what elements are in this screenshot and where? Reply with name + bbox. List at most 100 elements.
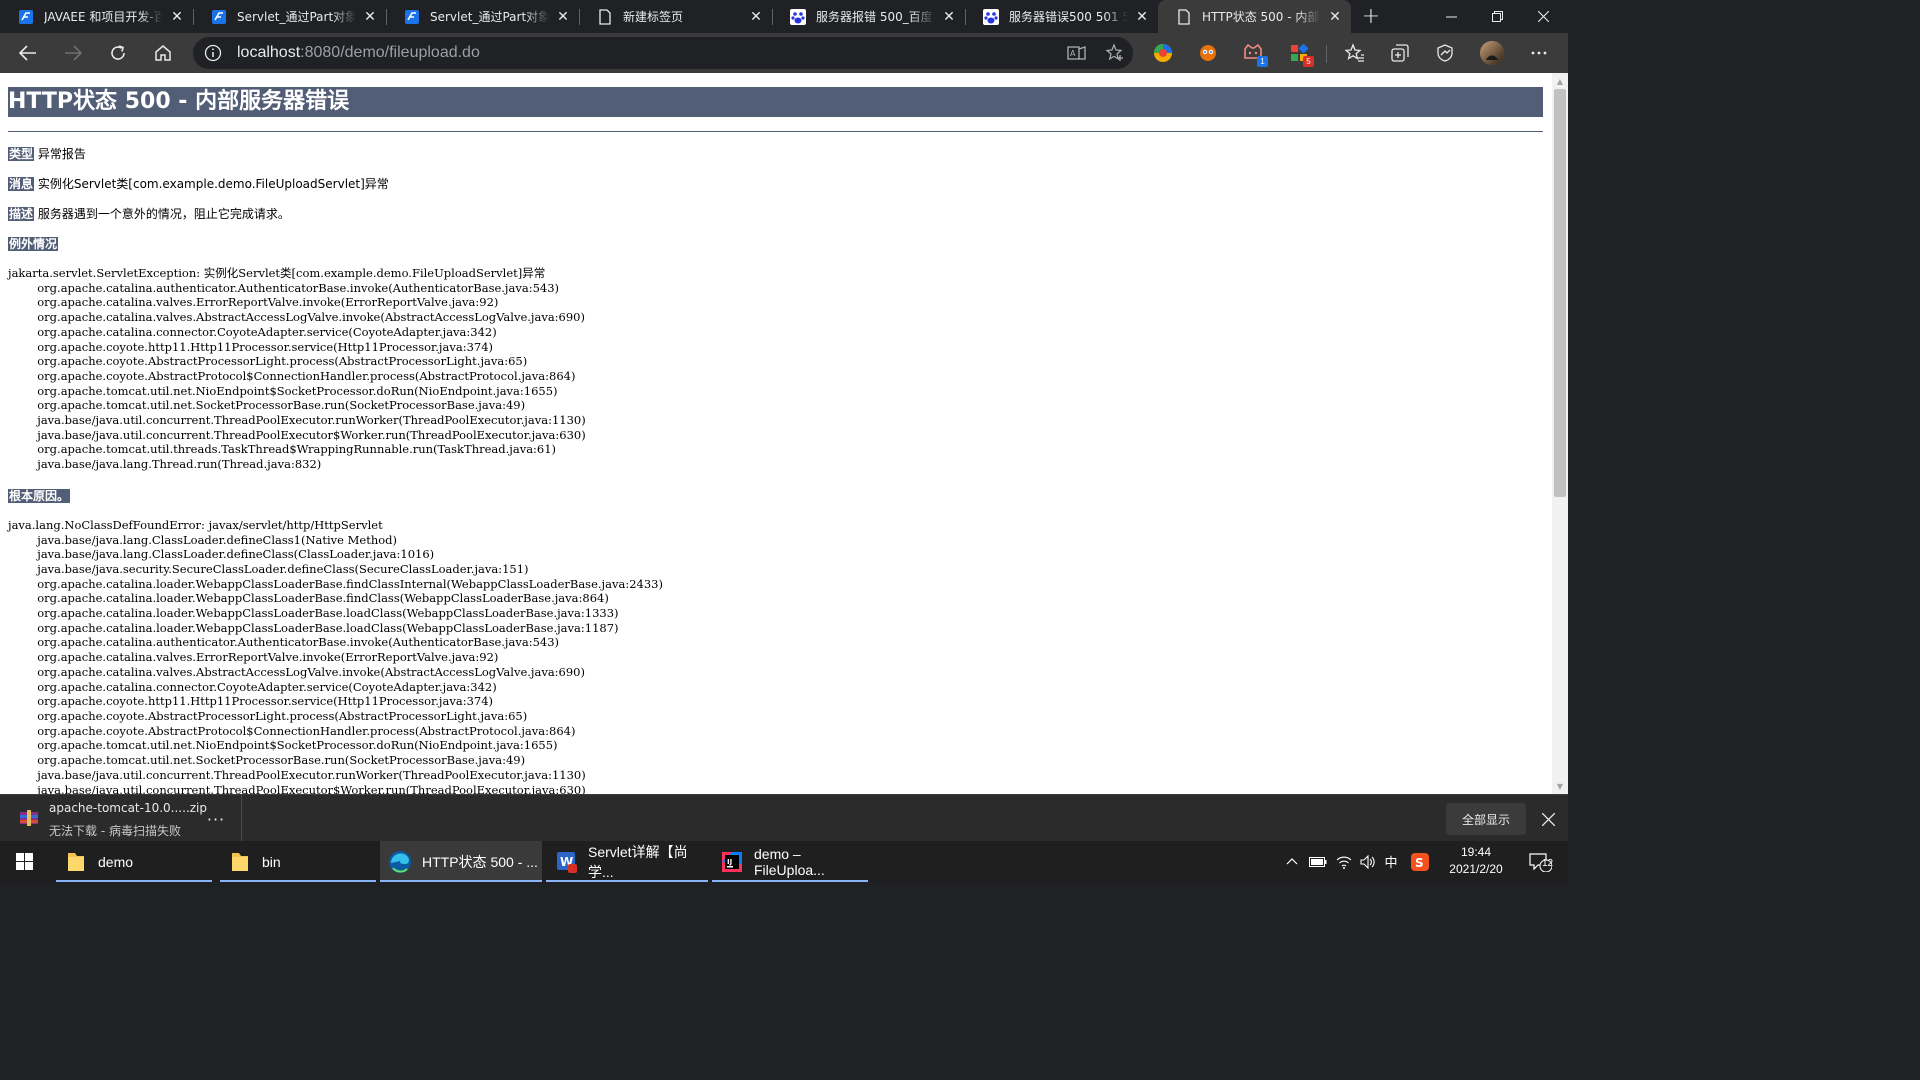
error-message-value: 实例化Servlet类[com.example.demo.FileUploadS…	[37, 177, 389, 191]
sogou-ime-icon[interactable]: S	[1408, 841, 1432, 882]
error-type-value: 异常报告	[37, 147, 86, 161]
folder-icon	[228, 850, 252, 874]
scroll-down-icon[interactable]: ▼	[1552, 778, 1568, 794]
url-text: localhost:8080/demo/fileupload.do	[237, 44, 480, 62]
favorites-icon[interactable]	[1344, 42, 1366, 64]
error-message-row: 消息 实例化Servlet类[com.example.demo.FileUplo…	[8, 176, 1544, 192]
show-all-downloads-button[interactable]: 全部显示	[1446, 803, 1526, 835]
back-button[interactable]	[12, 37, 44, 69]
taskbar-app-label: bin	[262, 853, 281, 870]
download-item[interactable]: apache-tomcat-10.0.....zip 无法下载 - 病毒扫描失败…	[0, 795, 242, 841]
close-download-bar-icon[interactable]	[1536, 807, 1560, 831]
new-tab-button[interactable]: +	[1351, 0, 1391, 33]
ime-indicator[interactable]: 中	[1380, 841, 1402, 882]
extension-badge: 5	[1303, 56, 1314, 67]
volume-icon[interactable]	[1356, 841, 1380, 882]
intellij-icon: IJ	[720, 850, 744, 874]
root-cause-label: 根本原因。	[8, 488, 71, 503]
svg-text:IJ: IJ	[727, 858, 732, 866]
close-tab-icon[interactable]: ✕	[169, 9, 185, 25]
exception-label: 例外情况	[8, 237, 59, 251]
home-icon	[155, 45, 171, 61]
tab-strip: JAVAEE 和项目开发-百度 ✕ Servlet_通过Part对象实现 ✕ S…	[0, 0, 1568, 33]
error-description-label: 描述	[8, 207, 35, 221]
error-page: HTTP状态 500 - 内部服务器错误 类型 异常报告 消息 实例化Servl…	[0, 73, 1552, 794]
browser-tab[interactable]: Servlet_通过Part对象实现 ✕	[193, 0, 386, 33]
running-indicator	[712, 880, 868, 882]
folder-icon	[64, 850, 88, 874]
taskbar-app-label: demo – FileUploa...	[754, 845, 825, 878]
taskbar-app-edge[interactable]: HTTP状态 500 - ...	[380, 841, 542, 882]
zip-archive-icon	[20, 810, 38, 826]
exception-heading-row: 例外情况	[8, 236, 1544, 252]
collections-icon[interactable]	[1389, 42, 1411, 64]
browser-tab-active[interactable]: HTTP状态 500 - 内部服务器错误 ✕	[1158, 0, 1351, 33]
taskbar-app-label: Servlet详解【尚学...	[588, 843, 688, 880]
extension-color-icon[interactable]	[1152, 42, 1174, 64]
taskbar-app-bin-folder[interactable]: bin	[220, 841, 376, 882]
browser-tab[interactable]: JAVAEE 和项目开发-百度 ✕	[0, 0, 193, 33]
windows-taskbar: demo bin HTTP状态 500 - ... W Servlet详解【尚学…	[0, 841, 1568, 882]
taskbar-app-word[interactable]: W Servlet详解【尚学...	[546, 841, 708, 882]
error-description-row: 描述 服务器遇到一个意外的情况，阻止它完成请求。	[8, 206, 1544, 222]
scrollbar-thumb[interactable]	[1554, 89, 1566, 497]
reload-button[interactable]	[102, 37, 134, 69]
running-indicator	[380, 880, 542, 882]
blog-e-icon	[211, 9, 227, 25]
close-window-icon[interactable]	[1520, 0, 1566, 33]
home-button[interactable]	[147, 37, 179, 69]
blog-e-icon	[404, 9, 420, 25]
notification-count: 12	[1542, 858, 1554, 869]
download-status: 无法下载 - 病毒扫描失败	[49, 824, 181, 838]
windows-start-icon[interactable]	[0, 841, 48, 882]
download-more-icon[interactable]: ···	[204, 807, 228, 831]
baidu-paw-icon	[983, 8, 999, 25]
close-tab-icon[interactable]: ✕	[1327, 9, 1343, 25]
site-info-icon[interactable]	[203, 43, 223, 63]
baidu-paw-icon	[790, 8, 806, 25]
browser-tab[interactable]: 服务器报错 500_百度搜索 ✕	[772, 0, 965, 33]
browser-tab[interactable]: 服务器错误500 501 502 ✕	[965, 0, 1158, 33]
tab-title: HTTP状态 500 - 内部服务器错误	[1202, 10, 1321, 24]
download-file-name: apache-tomcat-10.0.....zip	[49, 801, 208, 815]
url-host: localhost	[237, 44, 301, 61]
root-cause-heading-row: 根本原因。	[8, 488, 1544, 504]
close-tab-icon[interactable]: ✕	[362, 9, 378, 25]
close-tab-icon[interactable]: ✕	[1134, 9, 1150, 25]
taskbar-app-intellij[interactable]: IJ demo – FileUploa...	[712, 841, 868, 882]
arrow-left-icon	[19, 45, 36, 61]
extension-mail-icon[interactable]: 1	[1242, 42, 1268, 67]
wifi-icon[interactable]	[1332, 841, 1356, 882]
battery-icon[interactable]	[1306, 841, 1330, 882]
word-icon: W	[554, 850, 578, 874]
taskbar-app-demo-folder[interactable]: demo	[56, 841, 212, 882]
download-bar: apache-tomcat-10.0.....zip 无法下载 - 病毒扫描失败…	[0, 794, 1568, 841]
browser-tab[interactable]: 新建标签页 ✕	[579, 0, 772, 33]
minimize-window-icon[interactable]	[1428, 0, 1474, 33]
system-clock[interactable]: 19:44 2021/2/20	[1440, 844, 1512, 878]
close-tab-icon[interactable]: ✕	[555, 9, 571, 25]
chevron-up-icon[interactable]	[1280, 841, 1304, 882]
notification-center-icon[interactable]: 12	[1522, 841, 1558, 882]
profile-avatar[interactable]	[1479, 40, 1505, 66]
browser-tab[interactable]: Servlet_通过Part对象实现 ✕	[386, 0, 579, 33]
extension-apps-icon[interactable]: 5	[1288, 42, 1314, 67]
extension-badge: 1	[1257, 56, 1268, 67]
close-tab-icon[interactable]: ✕	[941, 9, 957, 25]
page-viewport[interactable]: HTTP状态 500 - 内部服务器错误 类型 异常报告 消息 实例化Servl…	[0, 73, 1552, 794]
exception-stack-trace: jakarta.servlet.ServletException: 实例化Ser…	[8, 266, 586, 472]
close-tab-icon[interactable]: ✕	[748, 9, 764, 25]
add-favorite-icon[interactable]	[1105, 43, 1125, 63]
address-bar[interactable]: localhost:8080/demo/fileupload.do A	[193, 37, 1133, 69]
running-indicator	[546, 880, 708, 882]
restore-window-icon[interactable]	[1474, 0, 1520, 33]
running-indicator	[220, 880, 376, 882]
tab-title: 服务器报错 500_百度搜索	[816, 10, 935, 24]
scroll-up-icon[interactable]: ▲	[1552, 73, 1568, 89]
immersive-reader-icon[interactable]: A	[1067, 43, 1087, 63]
extension-face-icon[interactable]	[1197, 42, 1219, 64]
browser-essentials-icon[interactable]	[1434, 42, 1456, 64]
settings-more-button[interactable]	[1523, 37, 1555, 69]
vertical-scrollbar[interactable]: ▲ ▼	[1552, 73, 1568, 794]
forward-button[interactable]	[57, 37, 89, 69]
